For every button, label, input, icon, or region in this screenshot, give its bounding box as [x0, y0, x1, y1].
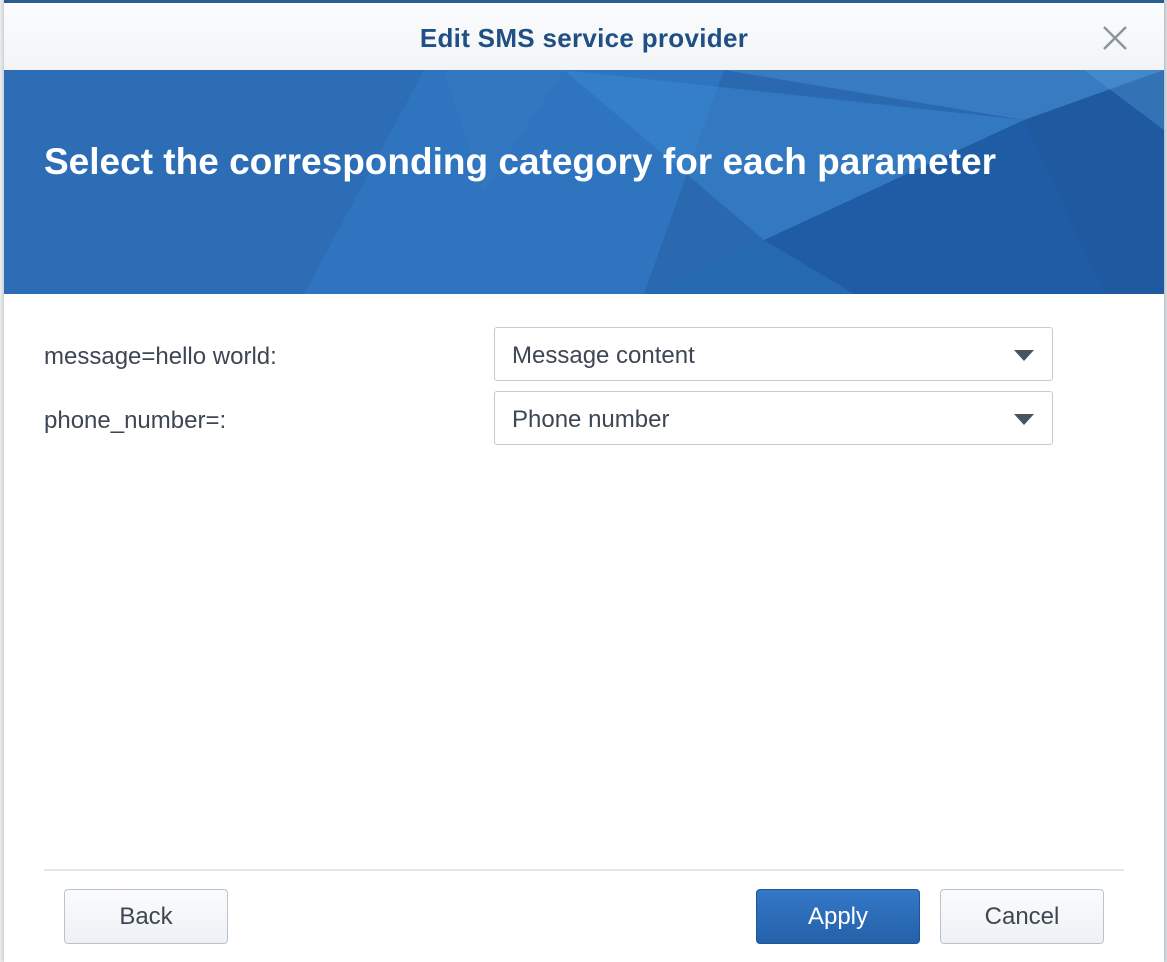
dialog-titlebar: Edit SMS service provider [4, 3, 1164, 71]
parameter-label-phone: phone_number=: [44, 407, 227, 434]
apply-button[interactable]: Apply [756, 889, 920, 944]
dialog-title: Edit SMS service provider [419, 23, 749, 53]
dropdown-arrow-icon [1014, 350, 1034, 361]
category-select-message[interactable]: Message content [494, 327, 1053, 381]
select-value: Message content [512, 342, 695, 369]
header-banner: Select the corresponding category for ea… [4, 70, 1164, 294]
banner-title: Select the corresponding category for ea… [44, 141, 997, 182]
edit-sms-provider-dialog: Edit SMS service provider Select the cor… [4, 0, 1164, 962]
back-button[interactable]: Back [64, 889, 228, 944]
dropdown-arrow-icon [1014, 414, 1034, 425]
select-value: Phone number [512, 406, 670, 433]
category-select-phone[interactable]: Phone number [494, 391, 1053, 445]
close-icon[interactable] [1102, 25, 1128, 51]
cancel-button[interactable]: Cancel [940, 889, 1104, 944]
footer-divider [44, 869, 1124, 871]
parameter-label-message: message=hello world: [44, 343, 277, 370]
